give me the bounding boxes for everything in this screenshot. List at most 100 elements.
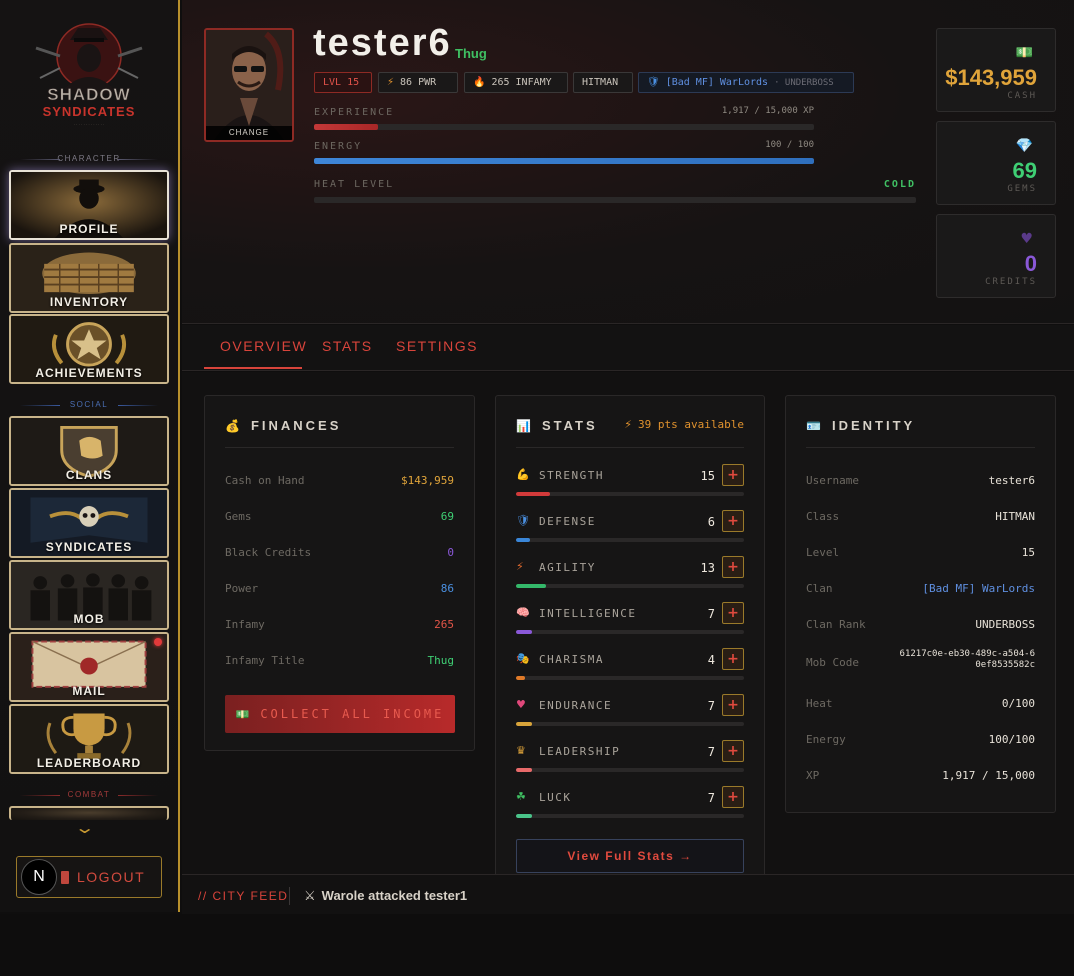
increase-stat-button[interactable]: + xyxy=(722,464,744,486)
money-icon: 💵 xyxy=(235,708,253,721)
stat-bar xyxy=(516,676,744,680)
feed-item[interactable]: ⚔ Warole attacked tester1 xyxy=(304,888,467,904)
bar-chart-icon: 📊 xyxy=(516,419,534,433)
clan-badge-text: [Bad MF] WarLords xyxy=(665,77,769,88)
stat-bar-fill xyxy=(516,630,532,634)
username-title: tester6 xyxy=(313,22,452,64)
sidebar-item-inventory[interactable]: INVENTORY xyxy=(9,243,169,313)
stat-name: DEFENSE xyxy=(539,515,596,528)
identity-row: Class HITMAN xyxy=(806,510,1035,530)
gems-card[interactable]: 💎 69 GEMS xyxy=(936,121,1056,205)
identity-row-label: XP xyxy=(806,769,820,782)
power-badge-text: 86 PWR xyxy=(400,77,437,88)
sidebar-item-achievements[interactable]: ACHIEVEMENTS xyxy=(9,314,169,384)
sidebar-item-syndicates[interactable]: SYNDICATES xyxy=(9,488,169,558)
increase-stat-button[interactable]: + xyxy=(722,648,744,670)
stat-name: AGILITY xyxy=(539,561,596,574)
cash-card[interactable]: 💵 $143,959 CASH xyxy=(936,28,1056,112)
sidebar-item-label: LEADERBOARD xyxy=(36,756,142,770)
tab-stats[interactable]: STATS xyxy=(322,338,373,354)
identity-row-value: UNDERBOSS xyxy=(975,618,1035,631)
chevron-down-icon[interactable]: ⌄ xyxy=(74,818,95,837)
identity-row-label: Username xyxy=(806,474,859,487)
finance-row-value: 86 xyxy=(440,582,454,595)
sidebar-item-leaderboard[interactable]: LEADERBOARD xyxy=(9,704,169,774)
sidebar-item-clans[interactable]: CLANS xyxy=(9,416,169,486)
increase-stat-button[interactable]: + xyxy=(722,740,744,762)
finance-row-value: 69 xyxy=(440,510,454,523)
collect-all-income-button[interactable]: 💵 COLLECT ALL INCOME xyxy=(225,695,455,733)
svg-text:SHADOW: SHADOW xyxy=(47,85,130,104)
sidebar-item-profile[interactable]: PROFILE xyxy=(9,170,169,240)
stat-name: LEADERSHIP xyxy=(539,745,621,758)
finance-row-label: Black Credits xyxy=(225,546,312,559)
active-tab-underline xyxy=(204,367,302,369)
tab-overview[interactable]: OVERVIEW xyxy=(220,338,307,354)
clan-badge[interactable]: 🛡 [Bad MF] WarLords · UNDERBOSS xyxy=(638,72,854,93)
credits-card[interactable]: ♥ 0 CREDITS xyxy=(936,214,1056,298)
clan-rank-text: · UNDERBOSS xyxy=(774,78,834,88)
divider xyxy=(806,447,1035,448)
divider xyxy=(516,447,744,448)
svg-text:SYNDICATES: SYNDICATES xyxy=(43,104,136,119)
increase-stat-button[interactable]: + xyxy=(722,602,744,624)
stat-row-luck: ☘ LUCK 7 + xyxy=(516,786,744,826)
finance-row: Cash on Hand $143,959 xyxy=(225,474,454,494)
money-bag-icon: 💰 xyxy=(225,419,243,433)
gems-value: 69 xyxy=(1012,158,1037,183)
n-badge-icon: N xyxy=(21,859,57,895)
heat-status: COLD xyxy=(883,179,916,190)
finances-title: 💰 FINANCES xyxy=(225,418,341,433)
increase-stat-button[interactable]: + xyxy=(722,694,744,716)
stat-name: INTELLIGENCE xyxy=(539,607,637,620)
finance-row-value: 0 xyxy=(447,546,454,559)
infamy-title-tag: Thug xyxy=(455,46,487,61)
identity-row-value[interactable]: [Bad MF] WarLords xyxy=(922,582,1035,595)
id-card-icon: 🪪 xyxy=(806,419,824,433)
avatar[interactable]: CHANGE xyxy=(204,28,294,142)
view-full-stats-button[interactable]: View Full Stats → xyxy=(516,839,744,873)
crown-icon: ♛ xyxy=(516,744,526,757)
clover-icon: ☘ xyxy=(516,790,526,803)
increase-stat-button[interactable]: + xyxy=(722,556,744,578)
identity-row-value: 100/100 xyxy=(988,733,1035,746)
identity-row: Energy 100/100 xyxy=(806,733,1035,753)
finances-title-text: FINANCES xyxy=(250,418,342,433)
section-label-character: CHARACTER xyxy=(10,154,168,163)
stat-name: ENDURANCE xyxy=(539,699,613,712)
sidebar-item-label: PROFILE xyxy=(59,222,119,236)
finance-row: Black Credits 0 xyxy=(225,546,454,566)
finance-row-label: Cash on Hand xyxy=(225,474,305,487)
finance-row: Infamy 265 xyxy=(225,618,454,638)
sidebar-item-mail[interactable]: MAIL xyxy=(9,632,169,702)
stat-row-strength: 💪 STRENGTH 15 + xyxy=(516,464,744,504)
identity-row: Username tester6 xyxy=(806,474,1035,494)
stat-row-leadership: ♛ LEADERSHIP 7 + xyxy=(516,740,744,780)
increase-stat-button[interactable]: + xyxy=(722,786,744,808)
shield-icon: 🛡 xyxy=(647,77,660,88)
city-feed-label: // CITY FEED xyxy=(198,889,289,903)
identity-row: Clan [Bad MF] WarLords xyxy=(806,582,1035,602)
stat-row-defense: 🛡 DEFENSE 6 + xyxy=(516,510,744,550)
increase-stat-button[interactable]: + xyxy=(722,510,744,532)
identity-row: Mob Code 61217c0e-eb30-489c-a504-60ef8535… xyxy=(806,649,1035,674)
finance-row-label: Infamy xyxy=(225,618,265,631)
stat-bar-fill xyxy=(516,676,526,680)
logout-button[interactable]: N LOGOUT xyxy=(16,856,162,898)
stat-bar xyxy=(516,630,744,634)
experience-bar xyxy=(314,124,814,130)
level-badge: LVL 15 xyxy=(314,72,372,93)
identity-title-text: IDENTITY xyxy=(831,418,916,433)
stat-name: STRENGTH xyxy=(539,469,604,482)
stat-value: 15 xyxy=(700,469,715,483)
stats-panel: 📊 STATS ⚡ 39 pts available 💪 STRENGTH 15 + 🛡 DE… xyxy=(495,395,765,885)
finance-row-value: 265 xyxy=(434,618,454,631)
section-label-social: SOCIAL xyxy=(10,400,168,409)
tab-settings[interactable]: SETTINGS xyxy=(396,338,478,354)
stats-title-text: STATS xyxy=(541,418,598,433)
profile-tabs: OVERVIEW STATS SETTINGS xyxy=(182,325,1074,371)
sidebar-item-mob[interactable]: MOB xyxy=(9,560,169,630)
shadow-syndicates-logo[interactable]: SHADOW SYNDICATES · · · · · · · · · · · … xyxy=(30,18,148,130)
heart-icon: ♥ xyxy=(516,698,526,711)
sidebar-item-label: INVENTORY xyxy=(49,295,129,309)
